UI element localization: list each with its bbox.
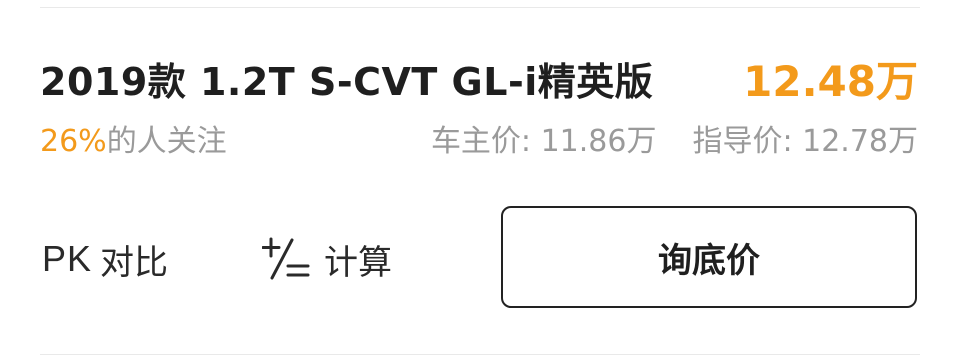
top-divider bbox=[40, 7, 920, 8]
calculate-button[interactable]: 计算 bbox=[262, 234, 392, 284]
price-details: 车主价: 11.86万 指导价: 12.78万 bbox=[431, 122, 918, 162]
inquire-price-button[interactable]: 询底价 bbox=[501, 206, 917, 308]
guide-price: 指导价: 12.78万 bbox=[692, 124, 918, 159]
compare-label: 对比 bbox=[100, 242, 169, 283]
calculate-label: 计算 bbox=[324, 242, 392, 283]
pk-label: PK bbox=[42, 238, 93, 279]
owner-price: 车主价: 11.86万 bbox=[430, 124, 657, 159]
trim-title[interactable]: 2019款 1.2T S-CVT GL-i精英版 bbox=[40, 58, 653, 106]
trim-price: 12.48万 bbox=[743, 57, 918, 106]
bottom-divider bbox=[40, 354, 920, 355]
attention-percent: 26% bbox=[40, 124, 107, 159]
attention-info: 26%的人关注 bbox=[40, 122, 227, 162]
compare-button[interactable]: PK 对比 bbox=[42, 234, 168, 284]
attention-label: 的人关注 bbox=[106, 124, 227, 159]
plus-minus-equals-icon bbox=[262, 237, 310, 280]
